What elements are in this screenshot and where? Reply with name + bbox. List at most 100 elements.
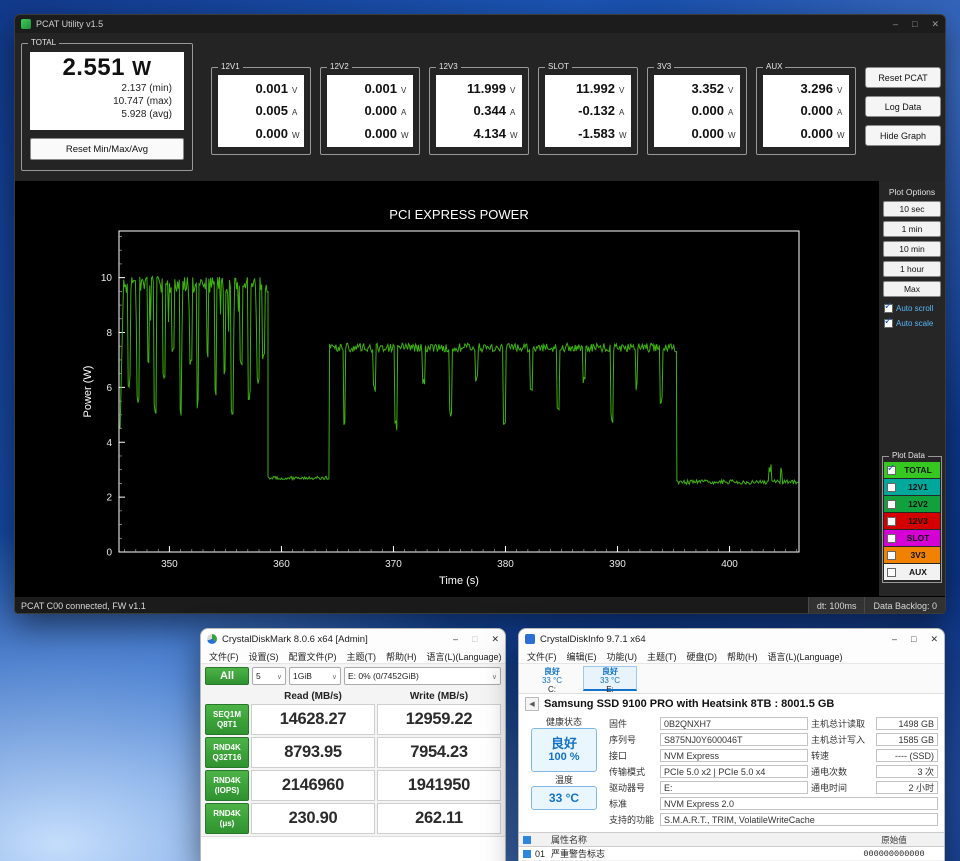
maximize-button: □ <box>472 634 477 644</box>
plot-data-item-slot[interactable]: SLOT <box>884 530 940 546</box>
test-size-select[interactable]: 1GiB <box>289 667 341 685</box>
auto-scroll-option[interactable]: Auto scroll <box>882 301 942 316</box>
attribute-row[interactable]: 01 严重警告标志 000000000000 <box>519 847 944 861</box>
drive-fields: 固件 0B2QNXH7 主机总计读取 1498 GB 序列号 S875NJ0Y6… <box>609 716 938 828</box>
checkbox-icon <box>887 568 896 577</box>
attribute-table-header: 属性名称 原始值 <box>519 832 944 847</box>
health-status-box[interactable]: 良好 100 % <box>531 728 597 772</box>
write-result: 7954.23 <box>377 737 501 768</box>
target-drive-select[interactable]: E: 0% (0/7452GiB) <box>344 667 501 685</box>
health-indicator-icon <box>523 850 531 858</box>
menu-theme[interactable]: 主题(T) <box>347 650 377 663</box>
total-readout: 2.551 W 2.137 (min) 10.747 (max) 5.928 (… <box>30 52 184 130</box>
hide-graph-button[interactable]: Hide Graph <box>865 125 941 146</box>
voltage-readout: 3.352V <box>658 81 736 96</box>
svg-text:2: 2 <box>106 493 112 504</box>
reset-minmaxavg-button[interactable]: Reset Min/Max/Avg <box>30 138 184 160</box>
plot-data-item-label: TOTAL <box>899 465 937 475</box>
power-readout: 0.000W <box>331 126 409 141</box>
menu-file[interactable]: 文件(F) <box>527 650 557 663</box>
drive-tab-c[interactable]: 良好 33 °C C: <box>525 666 579 691</box>
range-1min-button[interactable]: 1 min <box>883 221 941 237</box>
window-title: PCAT Utility v1.5 <box>36 19 103 29</box>
field-value: E: <box>660 781 808 794</box>
field-label: 转速 <box>811 749 873 762</box>
rail-panel-slot: SLOT 11.992V -0.132A -1.583W <box>538 67 638 155</box>
window-title: CrystalDiskMark 8.0.6 x64 [Admin] <box>222 634 368 645</box>
total-group-label: TOTAL <box>28 38 59 48</box>
range-max-button[interactable]: Max <box>883 281 941 297</box>
previous-drive-button[interactable]: ◀ <box>525 697 539 711</box>
menu-theme[interactable]: 主题(T) <box>647 650 677 663</box>
all-tests-button[interactable]: All <box>205 667 249 685</box>
cdi-app-icon <box>525 634 535 644</box>
drive-tab-e[interactable]: 良好 33 °C E: <box>583 666 637 691</box>
range-10sec-button[interactable]: 10 sec <box>883 201 941 217</box>
write-result: 12959.22 <box>377 704 501 735</box>
menu-disk[interactable]: 硬盘(D) <box>687 650 718 663</box>
menu-file[interactable]: 文件(F) <box>209 650 239 663</box>
range-1hour-button[interactable]: 1 hour <box>883 261 941 277</box>
reset-pcat-button[interactable]: Reset PCAT <box>865 67 941 88</box>
pcat-titlebar[interactable]: PCAT Utility v1.5 – □ ✕ <box>15 15 945 33</box>
field-value: NVM Express <box>660 749 808 762</box>
test-size-value: 1GiB <box>293 671 312 681</box>
cdi-titlebar[interactable]: CrystalDiskInfo 9.7.1 x64 – □ ✕ <box>519 629 944 649</box>
minimize-button[interactable]: – <box>453 634 458 644</box>
maximize-button[interactable]: □ <box>912 19 917 29</box>
field-value: S.M.A.R.T., TRIM, VolatileWriteCache <box>660 813 938 826</box>
test-count-value: 5 <box>256 671 261 681</box>
field-label: 通电次数 <box>811 765 873 778</box>
plot-data-item-12v1[interactable]: 12V1 <box>884 479 940 495</box>
temperature-box[interactable]: 33 °C <box>531 786 597 810</box>
close-button[interactable]: ✕ <box>930 634 938 645</box>
rnd4k-q32t16-button[interactable]: RND4KQ32T16 <box>205 737 249 768</box>
auto-scroll-label: Auto scroll <box>896 304 933 313</box>
menu-language[interactable]: 语言(L)(Language) <box>768 650 843 663</box>
menu-profile[interactable]: 配置文件(P) <box>289 650 337 663</box>
plot-data-item-3v3[interactable]: 3V3 <box>884 547 940 563</box>
cdm-titlebar[interactable]: CrystalDiskMark 8.0.6 x64 [Admin] – □ ✕ <box>201 629 505 649</box>
close-button[interactable]: ✕ <box>931 19 939 30</box>
rnd4k-latency-button[interactable]: RND4K(μs) <box>205 803 249 834</box>
plot-data-item-label: 12V1 <box>899 482 937 492</box>
minimize-button[interactable]: – <box>893 19 898 29</box>
plot-data-item-aux[interactable]: AUX <box>884 564 940 580</box>
maximize-button[interactable]: □ <box>911 634 916 644</box>
menu-help[interactable]: 帮助(H) <box>386 650 417 663</box>
minimize-button[interactable]: – <box>892 634 897 644</box>
desktop-wallpaper: PCAT Utility v1.5 – □ ✕ TOTAL 2.551 W 2.… <box>0 0 960 861</box>
plot-data-item-label: 3V3 <box>899 550 937 560</box>
svg-text:390: 390 <box>609 559 626 570</box>
field-label: 支持的功能 <box>609 813 657 826</box>
svg-text:380: 380 <box>497 559 514 570</box>
menu-language[interactable]: 语言(L)(Language) <box>427 650 502 663</box>
checkbox-icon <box>884 304 893 313</box>
rail-panel-12v2: 12V2 0.001V 0.000A 0.000W <box>320 67 420 155</box>
connection-status: PCAT C00 connected, FW v1.1 <box>15 601 808 611</box>
auto-scale-option[interactable]: Auto scale <box>882 316 942 331</box>
menu-settings[interactable]: 设置(S) <box>249 650 279 663</box>
plot-data-item-12v3[interactable]: 12V3 <box>884 513 940 529</box>
read-result: 230.90 <box>251 803 375 834</box>
menu-help[interactable]: 帮助(H) <box>727 650 758 663</box>
rnd4k-iops-button[interactable]: RND4K(IOPS) <box>205 770 249 801</box>
log-data-button[interactable]: Log Data <box>865 96 941 117</box>
field-label: 通电时间 <box>811 781 873 794</box>
menu-function[interactable]: 功能(U) <box>607 650 638 663</box>
field-value: S875NJ0Y600046T <box>660 733 808 746</box>
cdm-menubar: 文件(F) 设置(S) 配置文件(P) 主题(T) 帮助(H) 语言(L)(La… <box>201 649 505 664</box>
plot-data-item-total[interactable]: TOTAL <box>884 462 940 478</box>
result-row-rnd4k-iops: RND4K(IOPS) 2146960 1941950 <box>205 770 501 801</box>
health-percent: 100 % <box>548 751 579 764</box>
range-10min-button[interactable]: 10 min <box>883 241 941 257</box>
seq1m-q8t1-button[interactable]: SEQ1MQ8T1 <box>205 704 249 735</box>
close-button[interactable]: ✕ <box>491 634 499 645</box>
pci-express-power-chart: PCI EXPRESS POWER35036037038039040002468… <box>15 181 879 596</box>
drive-model-title: Samsung SSD 9100 PRO with Heatsink 8TB :… <box>544 698 834 710</box>
backlog-status: Data Backlog: 0 <box>864 597 945 614</box>
plot-data-item-12v2[interactable]: 12V2 <box>884 496 940 512</box>
plot-options-panel: Plot Options 10 sec 1 min 10 min 1 hour … <box>879 181 945 596</box>
test-count-select[interactable]: 5 <box>252 667 286 685</box>
menu-edit[interactable]: 编辑(E) <box>567 650 597 663</box>
